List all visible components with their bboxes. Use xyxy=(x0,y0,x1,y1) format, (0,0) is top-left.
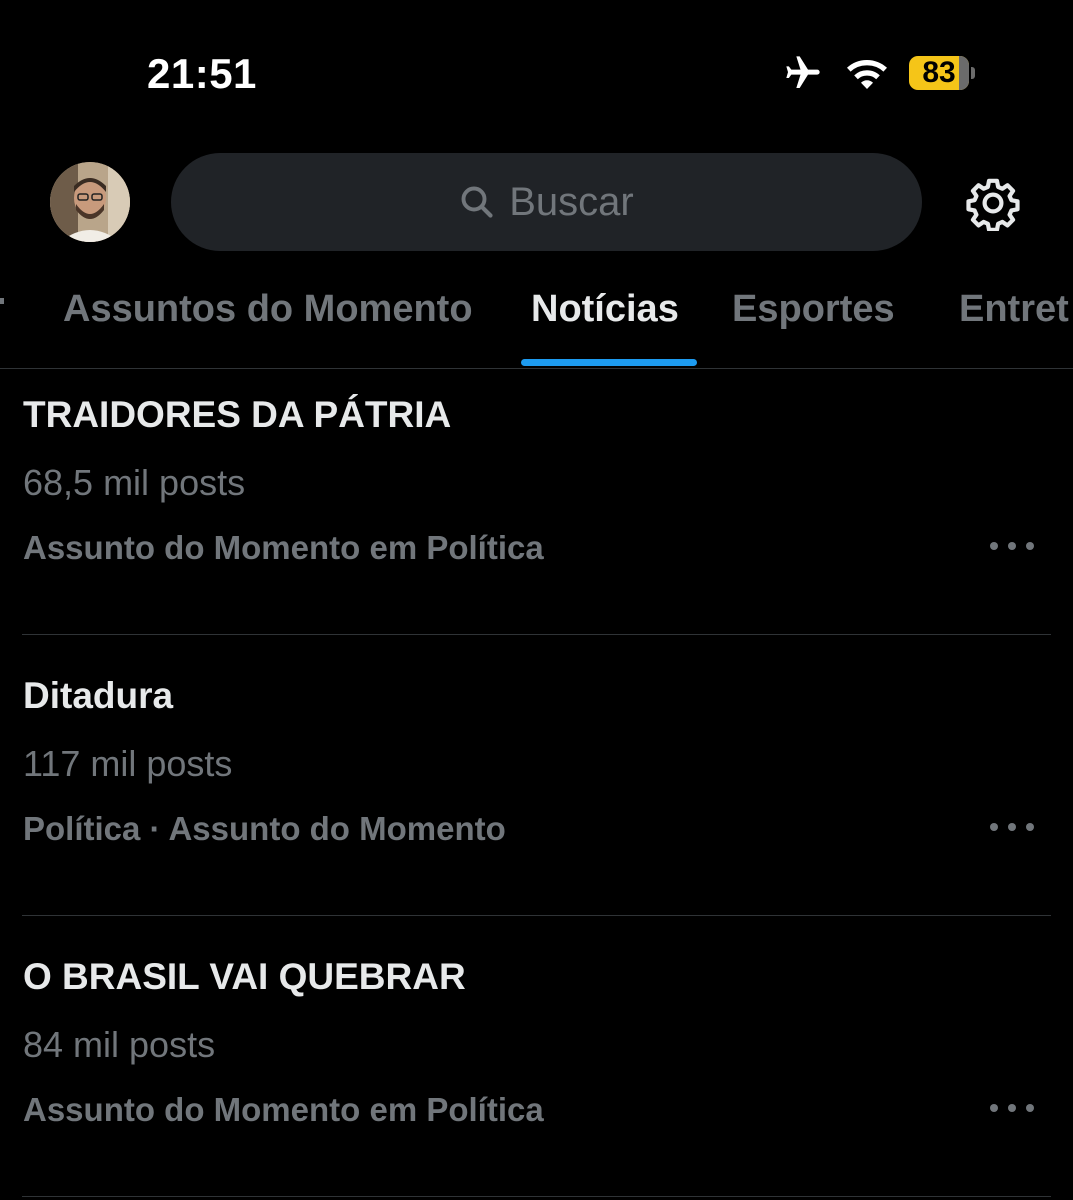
trend-context: Assunto do Momento em Política xyxy=(23,529,544,566)
battery-level: 83 xyxy=(909,56,969,90)
trend-item[interactable]: O BRASIL VAI QUEBRAR 84 mil posts Assunt… xyxy=(0,916,1073,1197)
airplane-icon xyxy=(786,56,820,88)
tab-entretenimento[interactable]: Entret xyxy=(959,288,1069,331)
wifi-icon xyxy=(847,59,887,89)
tab-noticias[interactable]: Notícias xyxy=(531,288,679,331)
trend-post-count: 84 mil posts xyxy=(23,1024,216,1065)
trend-item[interactable]: TRAIDORES DA PÁTRIA 68,5 mil posts Assun… xyxy=(0,354,1073,635)
tab-assuntos-do-momento[interactable]: Assuntos do Momento xyxy=(63,288,473,331)
avatar-photo xyxy=(50,162,130,242)
gear-icon[interactable] xyxy=(965,175,1021,231)
battery-icon: 83 xyxy=(909,56,975,90)
search-icon xyxy=(461,186,493,218)
tab-overflow-edge xyxy=(0,298,4,304)
search-input[interactable]: Buscar xyxy=(171,153,922,251)
more-options-icon[interactable] xyxy=(990,820,1034,834)
trend-item[interactable]: Ditadura 117 mil posts Política · Assunt… xyxy=(0,635,1073,916)
trend-context: Assunto do Momento em Política xyxy=(23,1091,544,1128)
trend-name: Ditadura xyxy=(23,675,174,716)
trend-name: O BRASIL VAI QUEBRAR xyxy=(23,956,466,997)
avatar[interactable] xyxy=(50,162,130,242)
trend-post-count: 68,5 mil posts xyxy=(23,462,246,503)
more-options-icon[interactable] xyxy=(990,539,1034,553)
divider xyxy=(22,1196,1051,1197)
trend-post-count: 117 mil posts xyxy=(23,743,233,784)
status-icons: 83 xyxy=(781,50,975,96)
search-placeholder: Buscar xyxy=(509,179,634,224)
more-options-icon[interactable] xyxy=(990,1101,1034,1115)
trend-context: Política · Assunto do Momento xyxy=(23,810,506,847)
status-time: 21:51 xyxy=(147,50,257,97)
tab-esportes[interactable]: Esportes xyxy=(732,288,895,331)
trend-name: TRAIDORES DA PÁTRIA xyxy=(23,394,452,435)
